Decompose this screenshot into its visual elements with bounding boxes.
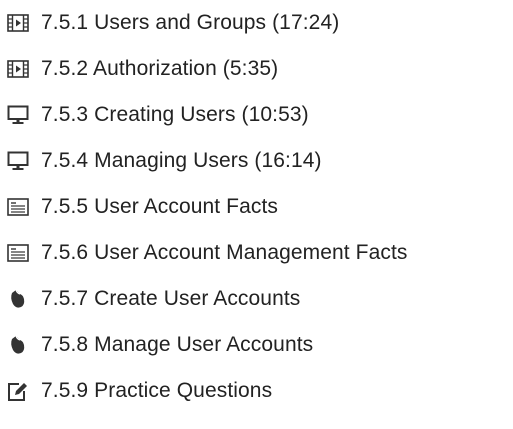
- edit-icon: [5, 378, 31, 404]
- lesson-item-label: 7.5.4 Managing Users (16:14): [41, 149, 322, 172]
- lesson-item-label: 7.5.2 Authorization (5:35): [41, 57, 279, 80]
- lesson-item-practice-questions[interactable]: 7.5.9 Practice Questions: [0, 373, 513, 409]
- video-icon: [5, 10, 31, 36]
- lesson-item-create-user-accounts[interactable]: 7.5.7 Create User Accounts: [0, 281, 513, 317]
- lesson-item-label: 7.5.5 User Account Facts: [41, 195, 279, 218]
- monitor-icon: [5, 102, 31, 128]
- lesson-item-user-account-facts[interactable]: 7.5.5 User Account Facts: [0, 189, 513, 225]
- lesson-item-users-and-groups[interactable]: 7.5.1 Users and Groups (17:24): [0, 5, 513, 41]
- lesson-item-label: 7.5.3 Creating Users (10:53): [41, 103, 309, 126]
- lesson-item-manage-user-accounts[interactable]: 7.5.8 Manage User Accounts: [0, 327, 513, 363]
- lesson-item-authorization[interactable]: 7.5.2 Authorization (5:35): [0, 51, 513, 87]
- mouse-icon: [5, 332, 31, 358]
- monitor-icon: [5, 148, 31, 174]
- lesson-item-label: 7.5.7 Create User Accounts: [41, 287, 301, 310]
- lesson-item-label: 7.5.9 Practice Questions: [41, 379, 273, 402]
- lesson-item-user-account-management-facts[interactable]: 7.5.6 User Account Management Facts: [0, 235, 513, 271]
- lesson-item-managing-users[interactable]: 7.5.4 Managing Users (16:14): [0, 143, 513, 179]
- lesson-item-label: 7.5.1 Users and Groups (17:24): [41, 11, 340, 34]
- lesson-item-label: 7.5.6 User Account Management Facts: [41, 241, 408, 264]
- video-icon: [5, 56, 31, 82]
- document-icon: [5, 240, 31, 266]
- mouse-icon: [5, 286, 31, 312]
- lesson-item-creating-users[interactable]: 7.5.3 Creating Users (10:53): [0, 97, 513, 133]
- lesson-item-label: 7.5.8 Manage User Accounts: [41, 333, 314, 356]
- document-icon: [5, 194, 31, 220]
